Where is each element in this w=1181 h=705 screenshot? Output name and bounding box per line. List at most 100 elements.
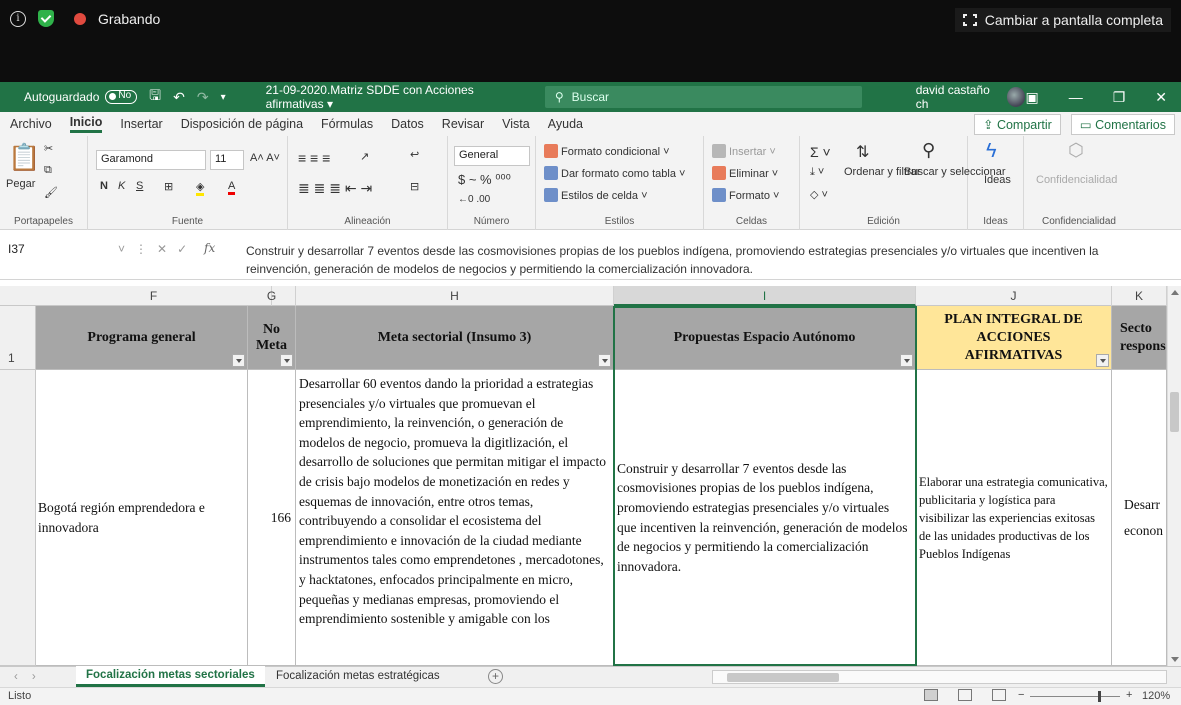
customize-toolbar-icon[interactable]: ▾	[221, 92, 226, 103]
italic-button[interactable]: K	[118, 180, 125, 192]
cell-sector[interactable]: Desarr econon	[1112, 370, 1167, 666]
tab-revisar[interactable]: Revisar	[442, 117, 484, 131]
user-account[interactable]: david castaño ch	[916, 83, 1026, 111]
font-color-icon[interactable]: A	[228, 180, 236, 195]
col-header-g[interactable]: G	[248, 286, 296, 306]
tab-formulas[interactable]: Fórmulas	[321, 117, 373, 131]
horizontal-scrollbar[interactable]	[712, 670, 1167, 684]
col-header-j[interactable]: J	[916, 286, 1112, 306]
sheet-nav-icons[interactable]: ‹›	[14, 671, 50, 683]
tab-inicio[interactable]: Inicio	[69, 115, 103, 133]
paste-button[interactable]: Pegar	[6, 178, 35, 190]
ideas-button[interactable]: Ideas	[984, 174, 1011, 186]
zoom-in-icon[interactable]: +	[1126, 689, 1132, 701]
page-break-view-icon[interactable]	[992, 689, 1006, 701]
merge-icon[interactable]: ⊟	[410, 180, 419, 193]
redo-icon[interactable]: ↷	[197, 89, 209, 106]
info-icon[interactable]: i	[10, 10, 26, 27]
tab-datos[interactable]: Datos	[391, 117, 424, 131]
tab-ayuda[interactable]: Ayuda	[548, 117, 583, 131]
scroll-down-icon[interactable]	[1171, 657, 1179, 662]
filter-dropdown-icon[interactable]	[232, 354, 245, 367]
fullscreen-button[interactable]: Cambiar a pantalla completa	[954, 8, 1171, 32]
sheet-tab-metas-estrategicas[interactable]: Focalización metas estratégicas	[276, 670, 440, 682]
row-header-1[interactable]: 1	[0, 306, 36, 370]
sort-filter-icon[interactable]: ⇅	[856, 142, 869, 162]
col-header-i[interactable]: I	[614, 286, 916, 306]
cell-plan-integral[interactable]: Elaborar una estrategia comunicativa, pu…	[916, 370, 1112, 666]
format-cells-button[interactable]: Formato ˅	[712, 188, 779, 202]
avatar[interactable]	[1006, 87, 1026, 107]
font-name-box[interactable]: Garamond	[96, 150, 206, 170]
file-name[interactable]: 21-09-2020.Matriz SDDE con Acciones afir…	[266, 83, 525, 111]
cell-programa-general[interactable]: Bogotá región emprendedora e innovadora	[36, 370, 248, 666]
undo-icon[interactable]: ↶	[173, 89, 185, 106]
ribbon-display-icon[interactable]: ▣	[1025, 89, 1038, 106]
name-box[interactable]: I37	[8, 242, 103, 262]
save-icon[interactable]: 🖫	[149, 85, 161, 109]
formula-content[interactable]: Construir y desarrollar 7 eventos desde …	[246, 242, 1146, 278]
copy-icon[interactable]: ⧉	[44, 164, 52, 177]
zoom-slider[interactable]	[1030, 696, 1120, 697]
header-cell-programa[interactable]: Programa general	[36, 306, 248, 370]
page-layout-view-icon[interactable]	[958, 689, 972, 701]
paste-icon[interactable]: 📋	[8, 142, 40, 173]
add-sheet-icon[interactable]: +	[488, 669, 503, 684]
tab-disposicion[interactable]: Disposición de página	[181, 117, 303, 131]
decimal-icons[interactable]: ←0 .00	[458, 194, 490, 205]
currency-icon[interactable]: $ ~ % ⁰⁰⁰	[458, 172, 511, 188]
autosave-toggle[interactable]: No	[105, 90, 138, 104]
cell-meta-sectorial[interactable]: Desarrollar 60 eventos dando la priorida…	[296, 370, 614, 666]
sensitivity-icon[interactable]: ⬡	[1068, 140, 1084, 161]
number-format-box[interactable]: General	[454, 146, 530, 166]
formula-cancel-enter-icons[interactable]: ˅⋮✕✓	[118, 242, 197, 256]
row-header-37[interactable]	[0, 370, 36, 666]
minimize-icon[interactable]: —	[1069, 89, 1083, 106]
horizontal-scroll-thumb[interactable]	[727, 673, 839, 682]
fill-icon[interactable]: ⤓ ˅	[810, 166, 824, 179]
col-header-f[interactable]: F	[36, 286, 272, 306]
orientation-icon[interactable]: ↗	[360, 150, 369, 163]
clear-icon[interactable]: ◇ ˅	[810, 188, 828, 201]
scroll-up-icon[interactable]	[1171, 290, 1179, 295]
comments-button[interactable]: ▭ Comentarios	[1070, 113, 1175, 135]
scroll-thumb[interactable]	[1170, 392, 1179, 432]
header-cell-meta-sectorial[interactable]: Meta sectorial (Insumo 3)	[296, 306, 614, 370]
underline-button[interactable]: S	[136, 180, 143, 192]
header-cell-plan-integral[interactable]: PLAN INTEGRAL DE ACCIONES AFIRMATIVAS	[916, 306, 1112, 370]
header-cell-no-meta[interactable]: No Meta	[248, 306, 296, 370]
col-header-h[interactable]: H	[296, 286, 614, 306]
restore-icon[interactable]: ❐	[1113, 89, 1126, 106]
shield-icon[interactable]	[38, 10, 54, 27]
autosum-icon[interactable]: Σ ˅	[810, 144, 831, 160]
delete-cells-button[interactable]: Eliminar ˅	[712, 166, 778, 180]
zoom-out-icon[interactable]: −	[1018, 689, 1024, 701]
tab-vista[interactable]: Vista	[502, 117, 530, 131]
horizontal-align-icons[interactable]: ≣ ≣ ≣ ⇤ ⇥	[298, 180, 372, 197]
cell-styles-button[interactable]: Estilos de celda ˅	[544, 188, 648, 202]
insert-cells-button[interactable]: Insertar ˅	[712, 144, 776, 158]
grow-font-icon[interactable]: A˄ A˅	[250, 152, 280, 164]
search-box[interactable]: ⚲ Buscar	[544, 86, 862, 108]
vertical-align-icons[interactable]: ≡ ≡ ≡	[298, 150, 330, 166]
find-icon[interactable]: ⚲	[922, 140, 935, 161]
borders-icon[interactable]: ⊞	[164, 180, 173, 193]
tab-archivo[interactable]: Archivo	[10, 117, 52, 131]
bold-button[interactable]: N	[100, 180, 108, 192]
tab-insertar[interactable]: Insertar	[120, 117, 162, 131]
close-icon[interactable]: ✕	[1155, 89, 1167, 106]
cell-propuestas[interactable]: Construir y desarrollar 7 eventos desde …	[614, 370, 916, 666]
ideas-icon[interactable]: ϟ	[986, 140, 997, 163]
share-button[interactable]: ⇪ Compartir	[974, 113, 1061, 135]
cut-icon[interactable]: ✂	[44, 142, 53, 155]
filter-dropdown-icon[interactable]	[900, 354, 913, 367]
font-size-box[interactable]: 11	[210, 150, 244, 170]
sheet-tab-metas-sectoriales[interactable]: Focalización metas sectoriales	[76, 666, 265, 687]
insert-function-icon[interactable]: fx	[204, 241, 215, 255]
wrap-text-icon[interactable]: ↩	[410, 148, 419, 161]
vertical-scrollbar[interactable]	[1167, 286, 1181, 666]
format-painter-icon[interactable]: 🖌	[44, 186, 58, 199]
header-cell-propuestas[interactable]: Propuestas Espacio Autónomo	[614, 306, 916, 370]
filter-dropdown-icon[interactable]	[1096, 354, 1109, 367]
sensitivity-button[interactable]: Confidencialidad	[1036, 174, 1117, 186]
